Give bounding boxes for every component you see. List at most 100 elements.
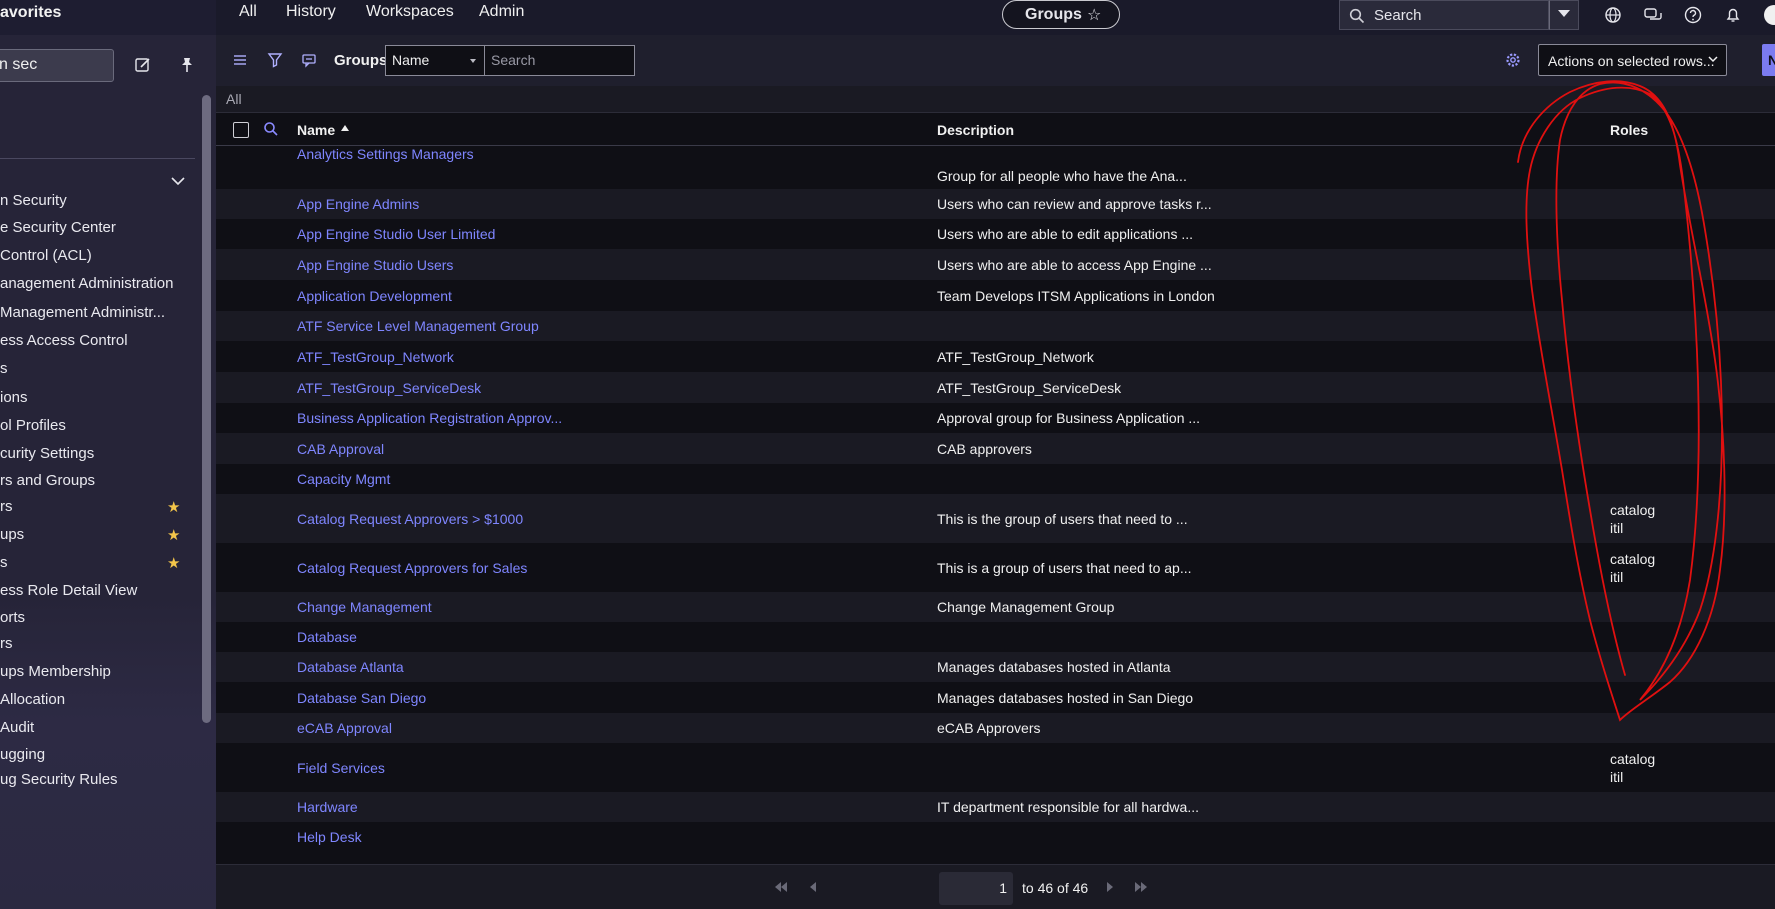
favorites-tab[interactable]: avorites [0,4,61,22]
list-search-field[interactable] [485,45,635,76]
sidebar-item[interactable]: e Security Center [0,219,116,236]
gear-icon[interactable] [1504,51,1522,69]
group-name-link[interactable]: CAB Approval [297,441,384,457]
previous-page-icon[interactable] [806,881,820,893]
table-row[interactable]: Hardware IT department responsible for al… [216,792,1775,822]
sidebar-item[interactable]: orts [0,609,25,626]
global-search-field[interactable]: Search [1339,0,1549,30]
top-navigation-bar: avorites All History Workspaces Admin Gr… [0,0,1775,35]
sidebar-item[interactable]: Allocation [0,691,65,708]
navigator-filter-input[interactable]: n sec [0,49,114,82]
group-description: Manages databases hosted in Atlanta [937,659,1171,675]
filter-icon[interactable] [266,51,284,69]
sidebar-item[interactable]: s [0,554,8,571]
list-title: Groups [334,52,388,69]
column-header-name[interactable]: Name [297,122,335,138]
sidebar-scrollbar[interactable] [202,95,211,723]
search-icon [1349,8,1365,24]
sidebar-item[interactable]: curity Settings [0,445,94,462]
group-name-link[interactable]: Business Application Registration Approv… [297,410,562,426]
group-name-link[interactable]: ATF_TestGroup_ServiceDesk [297,380,481,396]
avatar[interactable] [1764,5,1775,25]
group-name-link[interactable]: Application Development [297,288,452,304]
favorite-star-icon[interactable]: ★ [167,498,180,516]
globe-icon[interactable] [1602,4,1624,26]
sidebar-item[interactable]: rs [0,498,13,515]
page-range: to 46 of 46 [1022,880,1089,896]
workspace-title-pill[interactable]: Groups ☆ [1002,0,1120,29]
sidebar-divider [0,158,195,159]
sidebar-item[interactable]: Management Administr... [0,304,165,321]
search-field-select[interactable]: Name [385,45,485,76]
search-icon[interactable] [263,121,279,137]
menu-admin[interactable]: Admin [479,3,524,21]
group-name-link[interactable]: Catalog Request Approvers for Sales [297,560,527,576]
actions-select-value: Actions on selected rows... [1548,53,1715,69]
group-name-link[interactable]: App Engine Admins [297,196,419,212]
sidebar-item[interactable]: ess Role Detail View [0,582,137,599]
hamburger-menu-icon[interactable] [231,51,249,69]
page-number-input[interactable]: 1 [939,872,1013,905]
sidebar-item[interactable]: ugging [0,746,45,763]
menu-all[interactable]: All [239,3,257,21]
group-description: ATF_TestGroup_ServiceDesk [937,379,1122,396]
group-name-link[interactable]: App Engine Studio User Limited [297,226,495,242]
menu-history[interactable]: History [286,3,336,21]
group-name-link[interactable]: App Engine Studio Users [297,257,453,273]
pagination-bar: 1 to 46 of 46 [216,864,1775,909]
last-page-icon[interactable] [1134,881,1148,893]
new-button-label: N [1768,52,1775,68]
bell-icon[interactable] [1722,4,1744,26]
group-name-link[interactable]: eCAB Approval [297,720,392,736]
pin-icon[interactable] [178,56,196,74]
group-description: This is the group of users that need to … [937,510,1188,527]
sidebar-item[interactable]: ups [0,526,24,543]
favorite-star-icon[interactable]: ★ [167,554,180,572]
page-number: 1 [999,880,1007,896]
group-name-link[interactable]: Analytics Settings Managers [297,146,474,162]
sidebar-item[interactable]: anagement Administration [0,275,173,292]
sidebar-item[interactable]: ups Membership [0,663,111,680]
sidebar-item[interactable]: ess Access Control [0,332,128,349]
sidebar-item[interactable]: Control (ACL) [0,247,92,264]
group-name-link[interactable]: Database San Diego [297,690,426,706]
help-icon[interactable] [1682,4,1704,26]
sidebar-item[interactable]: Audit [0,719,34,736]
chat-icon[interactable] [1642,4,1664,26]
group-description: IT department responsible for all hardwa… [937,799,1199,815]
favorite-star-icon[interactable]: ★ [167,526,180,544]
sidebar-item[interactable]: ol Profiles [0,417,66,434]
group-name-link[interactable]: Field Services [297,760,385,776]
group-name-link[interactable]: Database [297,629,357,645]
group-name-link[interactable]: Catalog Request Approvers > $1000 [297,511,523,527]
chevron-down-icon[interactable] [171,176,185,186]
sidebar-item[interactable]: ug Security Rules [0,771,118,788]
breadcrumb-all[interactable]: All [226,91,242,107]
sidebar-item[interactable]: ions [0,389,28,406]
menu-workspaces[interactable]: Workspaces [366,3,454,21]
column-header-description[interactable]: Description [937,122,1014,138]
group-name-link[interactable]: Hardware [297,799,358,815]
sidebar-item[interactable]: rs [0,635,13,652]
sort-ascending-icon [341,125,349,131]
sidebar-item[interactable]: rs and Groups [0,472,95,489]
group-name-link[interactable]: Help Desk [297,829,362,845]
edit-icon[interactable] [134,56,152,74]
list-search-input[interactable] [491,52,627,68]
sidebar-item[interactable]: s [0,360,8,377]
group-description: Users who are able to edit applications … [937,226,1194,242]
select-all-checkbox[interactable] [233,122,249,138]
group-name-link[interactable]: ATF_TestGroup_Network [297,349,454,365]
first-page-icon[interactable] [774,881,788,893]
next-page-icon[interactable] [1103,881,1117,893]
new-button[interactable]: N [1762,44,1775,76]
table-row[interactable]: Help Desk [216,822,1775,851]
group-name-link[interactable]: ATF Service Level Management Group [297,318,539,334]
group-name-link[interactable]: Change Management [297,599,432,615]
comment-icon[interactable] [300,51,318,69]
favorite-star-icon[interactable]: ☆ [1087,5,1101,25]
sidebar-item[interactable]: n Security [0,192,67,209]
group-name-link[interactable]: Database Atlanta [297,659,404,675]
search-scope-dropdown[interactable] [1549,0,1579,30]
group-name-link[interactable]: Capacity Mgmt [297,471,390,487]
